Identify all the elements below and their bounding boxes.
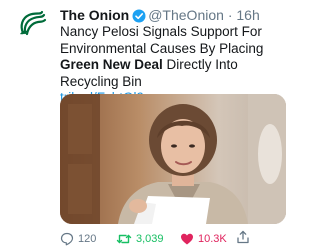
tweet-actions: 120 3,039 10.3K	[60, 230, 292, 248]
tweet-card[interactable]: The Onion @TheOnion · 16h Nancy Pelosi Si…	[0, 0, 300, 250]
tweet-media-image[interactable]	[60, 94, 286, 224]
avatar[interactable]	[14, 6, 48, 40]
author-handle[interactable]: @TheOnion	[148, 7, 224, 23]
like-button[interactable]: 10.3K	[180, 230, 227, 248]
reply-count: 120	[78, 233, 97, 245]
onion-logo-icon	[15, 7, 47, 39]
share-icon	[237, 230, 249, 244]
tweet-text-bold: Green New Deal	[60, 57, 163, 72]
reply-icon	[60, 232, 74, 246]
tweet-text-part1: Nancy Pelosi Signals Support For Environ…	[60, 24, 264, 56]
like-count: 10.3K	[198, 233, 227, 245]
tweet-header: The Onion @TheOnion · 16h	[60, 6, 260, 24]
retweet-icon	[116, 234, 132, 244]
retweet-count: 3,039	[136, 233, 164, 245]
header-separator: ·	[227, 7, 233, 23]
author-name[interactable]: The Onion	[60, 7, 129, 23]
retweet-button[interactable]: 3,039	[116, 230, 164, 248]
reply-button[interactable]: 120	[60, 230, 96, 248]
photo-illustration	[60, 94, 286, 224]
share-button[interactable]	[236, 230, 254, 244]
tweet-timestamp[interactable]: 16h	[236, 7, 259, 23]
heart-icon	[181, 233, 193, 245]
